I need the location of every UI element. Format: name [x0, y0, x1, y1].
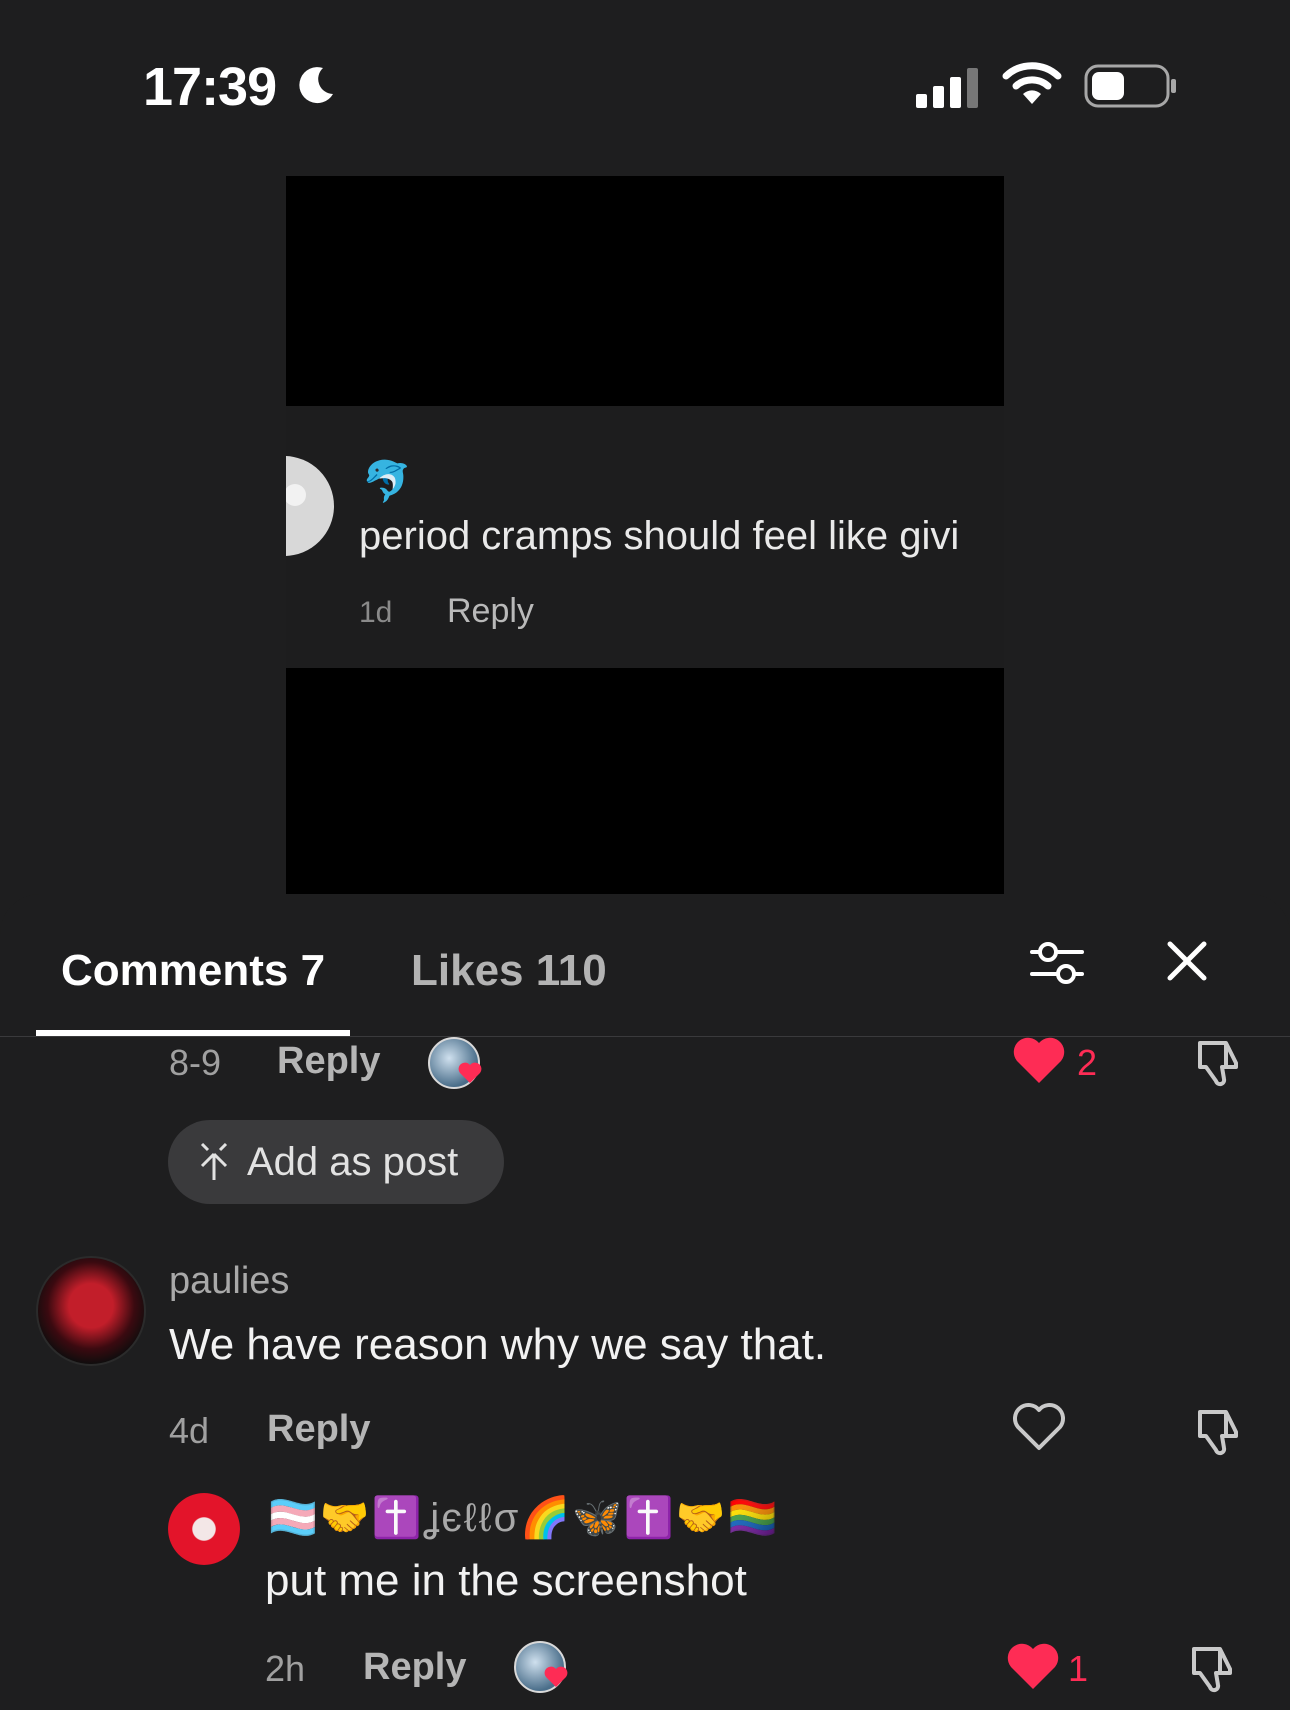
video-comment-username: 🐬 [362, 460, 412, 504]
tab-comments[interactable]: Comments 7 [61, 946, 325, 996]
comment-time: 2h [265, 1648, 306, 1689]
video-comment-card: 🐬 period cramps should feel like givi 1d… [286, 406, 1004, 668]
comment-text: We have reason why we say that. [169, 1320, 827, 1369]
active-tab-indicator [36, 1030, 350, 1036]
creator-heart-icon [544, 1666, 568, 1687]
video-preview[interactable]: 🐬 period cramps should feel like givi 1d… [286, 176, 1004, 894]
comment-text: put me in the screenshot [265, 1556, 747, 1605]
battery-icon [1084, 64, 1176, 108]
comment-time: 4d [169, 1410, 210, 1451]
reply-button[interactable]: Reply [277, 1040, 380, 1083]
comment-username[interactable]: paulies [169, 1260, 289, 1303]
heart-filled-icon[interactable] [1006, 1642, 1060, 1692]
heart-outline-icon[interactable] [1012, 1402, 1066, 1452]
sheet-tabs: Comments 7 Likes 110 [0, 894, 1290, 1037]
dislike-icon[interactable] [1192, 1404, 1244, 1456]
filter-icon[interactable] [1028, 934, 1086, 992]
dislike-icon[interactable] [1186, 1641, 1238, 1693]
creator-heart-icon [458, 1062, 482, 1083]
like-count: 1 [1068, 1648, 1089, 1689]
reply-button[interactable]: Reply [267, 1408, 370, 1451]
wifi-icon [1002, 62, 1062, 104]
reply-button[interactable]: Reply [363, 1646, 466, 1689]
comment-username[interactable]: 🏳️‍⚧️🤝✝️ʝєℓℓσ🌈🦋✝️🤝🏳️‍🌈 [268, 1494, 779, 1541]
tab-likes[interactable]: Likes 110 [411, 946, 607, 996]
close-icon[interactable] [1164, 938, 1210, 984]
heart-filled-icon[interactable] [1012, 1036, 1066, 1086]
video-comment-avatar [286, 456, 334, 556]
add-as-post-button[interactable]: Add as post [168, 1120, 504, 1204]
moon-icon [299, 67, 333, 104]
dislike-icon[interactable] [1192, 1035, 1244, 1087]
comment-time: 8-9 [169, 1042, 222, 1083]
signal-icon [916, 68, 978, 108]
avatar[interactable] [168, 1493, 240, 1565]
add-as-post-label: Add as post [247, 1140, 459, 1184]
video-comment-time: 1d [359, 596, 393, 629]
like-count: 2 [1077, 1042, 1098, 1083]
avatar[interactable] [36, 1256, 146, 1366]
status-time: 17:39 [143, 57, 277, 117]
sparkle-arrow-icon [200, 1142, 228, 1180]
video-comment-text: period cramps should feel like givi [359, 514, 960, 558]
video-comment-reply: Reply [447, 592, 534, 630]
